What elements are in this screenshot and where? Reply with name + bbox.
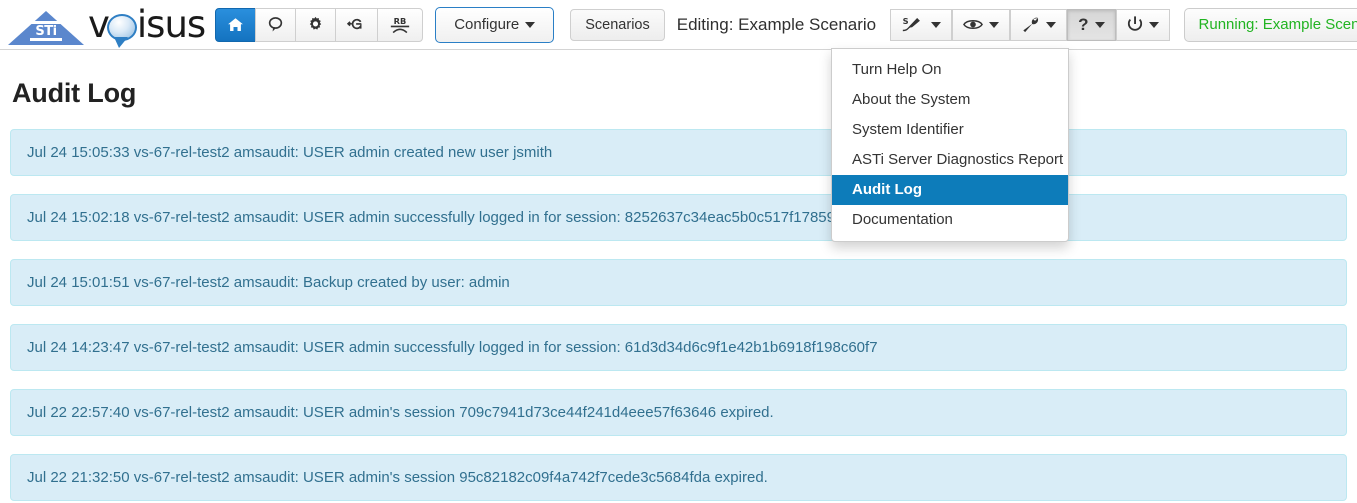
audit-log-entry: Jul 24 15:02:18 vs-67-rel-test2 amsaudit…	[10, 194, 1347, 241]
help-menu-item[interactable]: About the System	[832, 85, 1068, 115]
help-dropdown-menu: Turn Help On About the System System Ident…	[831, 48, 1069, 242]
help-menu-item[interactable]: Audit Log	[832, 175, 1068, 205]
wrench-icon	[1021, 16, 1040, 33]
power-button[interactable]	[1115, 8, 1170, 41]
chevron-down-icon	[525, 21, 536, 28]
audit-log-entry: Jul 24 15:05:33 vs-67-rel-test2 amsaudit…	[10, 129, 1347, 176]
configure-button-label: Configure	[454, 16, 520, 33]
view-button[interactable]	[952, 8, 1011, 41]
running-scenario-label: Running: Example Scenario	[1198, 16, 1357, 33]
running-scenario-button[interactable]: Running: Example Scenario	[1183, 7, 1357, 42]
chevron-down-icon	[1148, 21, 1159, 28]
radio-bridge-icon: RB	[389, 16, 411, 34]
audit-log-entry: Jul 24 15:01:51 vs-67-rel-test2 amsaudit…	[10, 259, 1347, 306]
power-icon	[1127, 16, 1143, 33]
wordmark-suffix: isus	[136, 2, 206, 46]
help-menu-item[interactable]: Turn Help On	[832, 55, 1068, 85]
editing-status-label: Editing: Example Scenario	[676, 14, 877, 34]
scenarios-button[interactable]: Scenarios	[570, 8, 665, 41]
nav-home-button[interactable]	[215, 7, 257, 42]
asti-triangle-logo: STi	[8, 3, 84, 47]
chevron-down-icon	[1094, 21, 1105, 28]
svg-text:S: S	[903, 16, 909, 26]
help-button[interactable]: ?	[1067, 8, 1116, 41]
nav-radiobridge-button[interactable]: RB	[377, 7, 424, 42]
tools-button[interactable]	[1010, 8, 1068, 41]
eye-icon	[963, 17, 984, 32]
configure-button[interactable]: Configure	[435, 6, 555, 43]
logo-sti-text: STi	[30, 20, 62, 41]
wordmark-prefix: v	[88, 2, 110, 46]
audit-log-list: Jul 24 15:05:33 vs-67-rel-test2 amsaudit…	[10, 129, 1347, 501]
utility-button-group: S ?	[890, 8, 1170, 41]
signature-pen-icon: S	[901, 16, 925, 33]
help-menu-item[interactable]: ASTi Server Diagnostics Report	[832, 145, 1068, 175]
nav-settings-button[interactable]	[295, 7, 337, 42]
main-nav-button-group: RB	[215, 7, 424, 42]
top-navbar: STi v isus RB Configure Scenarios Editin…	[0, 0, 1357, 242]
help-menu-item[interactable]: Documentation	[832, 205, 1068, 235]
nav-comms-button[interactable]	[255, 7, 297, 42]
audit-log-entry: Jul 22 22:57:40 vs-67-rel-test2 amsaudit…	[10, 389, 1347, 436]
svg-text:RB: RB	[394, 16, 407, 26]
endpoint-icon	[347, 16, 366, 33]
gear-icon	[307, 16, 324, 33]
home-icon	[227, 17, 244, 33]
chevron-down-icon	[989, 21, 1000, 28]
audit-log-entry: Jul 24 14:23:47 vs-67-rel-test2 amsaudit…	[10, 324, 1347, 371]
chevron-down-icon	[1046, 21, 1057, 28]
page-content: Audit Log Jul 24 15:05:33 vs-67-rel-test…	[0, 78, 1357, 501]
brand-logo[interactable]: STi v isus	[8, 2, 206, 48]
voisus-wordmark: v isus	[88, 2, 206, 48]
question-mark-icon: ?	[1078, 15, 1089, 34]
speech-bubble-icon	[106, 14, 137, 48]
scenarios-button-label: Scenarios	[585, 16, 650, 33]
help-menu-item[interactable]: System Identifier	[832, 115, 1068, 145]
audit-log-entry: Jul 22 21:32:50 vs-67-rel-test2 amsaudit…	[10, 454, 1347, 501]
nav-endpoints-button[interactable]	[335, 7, 379, 42]
page-title: Audit Log	[12, 78, 137, 108]
chevron-down-icon	[931, 21, 942, 28]
signature-button[interactable]: S	[890, 8, 953, 41]
chat-bubble-icon	[267, 16, 284, 33]
